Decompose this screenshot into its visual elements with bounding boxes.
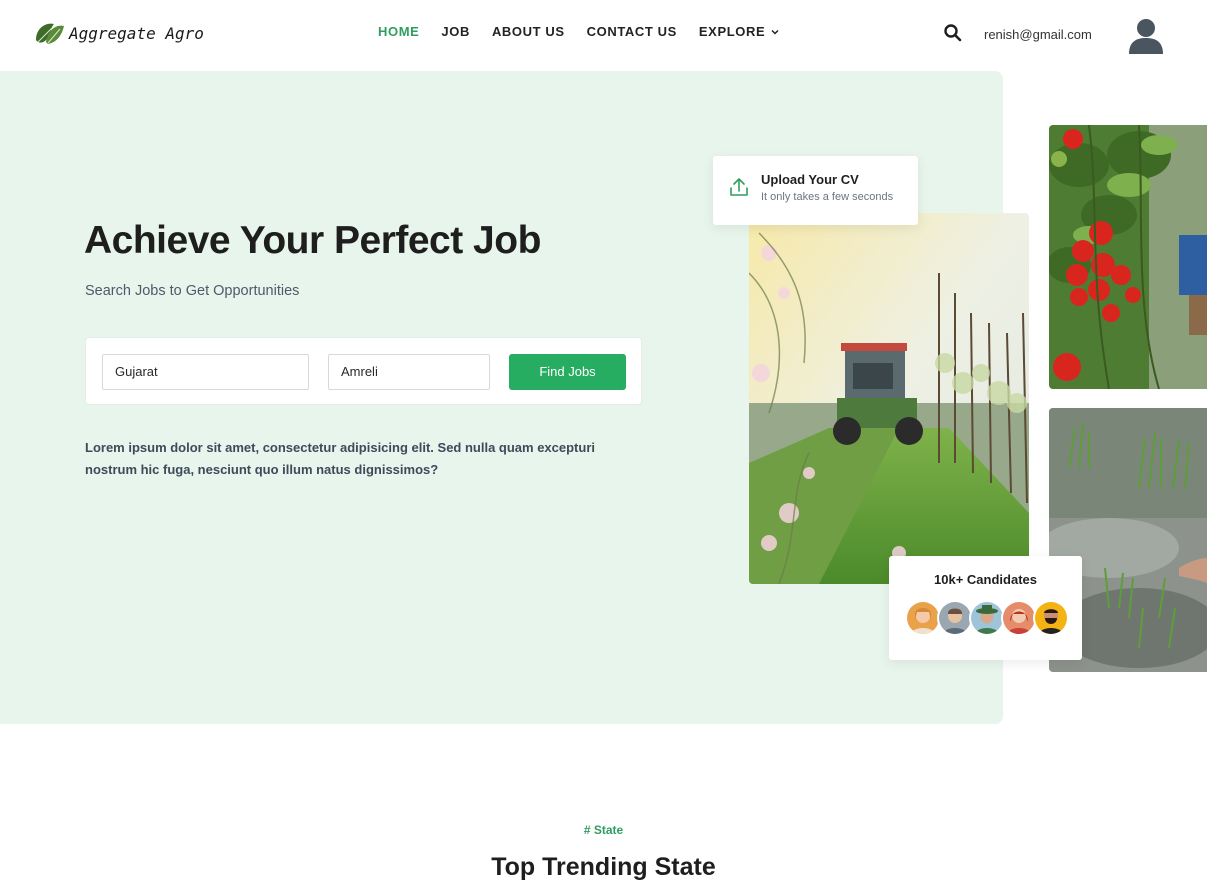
candidate-avatar bbox=[905, 600, 941, 636]
upload-cv-subtitle: It only takes a few seconds bbox=[761, 191, 894, 203]
hero-title: Achieve Your Perfect Job bbox=[84, 219, 541, 262]
upload-cv-card[interactable]: Upload Your CV It only takes a few secon… bbox=[713, 156, 918, 225]
leaf-icon bbox=[36, 23, 64, 44]
brand-logo[interactable]: Aggregate Agro bbox=[34, 20, 204, 46]
nav-home[interactable]: HOME bbox=[378, 24, 419, 39]
nav-job-label: JOB bbox=[441, 24, 470, 39]
nav-home-label: HOME bbox=[378, 24, 420, 39]
brand-name: Aggregate Agro bbox=[69, 23, 204, 43]
tractor-field-photo bbox=[749, 213, 1029, 584]
user-email[interactable]: renish@gmail.com bbox=[984, 27, 1092, 42]
nav-about-label: ABOUT US bbox=[491, 24, 565, 39]
hero-subtitle: Search Jobs to Get Opportunities bbox=[85, 283, 300, 299]
candidate-avatar bbox=[937, 600, 973, 636]
nav-contact-label: CONTACT US bbox=[586, 24, 677, 39]
nav-explore-dropdown[interactable]: EXPLORE bbox=[699, 24, 779, 39]
upload-cv-title: Upload Your CV bbox=[761, 172, 859, 187]
candidate-avatar bbox=[969, 600, 1005, 636]
upload-icon bbox=[730, 178, 748, 196]
main-menu: HOME JOB ABOUT US CONTACT US EXPLORE bbox=[378, 24, 801, 39]
section-tag: # State bbox=[583, 823, 624, 837]
chevron-down-icon bbox=[771, 29, 779, 35]
nav-explore-label: EXPLORE bbox=[698, 24, 766, 39]
candidates-card: 10k+ Candidates bbox=[889, 556, 1082, 660]
search-icon[interactable] bbox=[943, 23, 963, 43]
section-title: Top Trending State bbox=[0, 853, 1207, 882]
candidate-avatar bbox=[1033, 600, 1069, 636]
state-input[interactable]: Gujarat bbox=[102, 354, 309, 390]
candidate-avatar bbox=[1001, 600, 1037, 636]
candidate-avatars bbox=[905, 600, 1069, 636]
city-input[interactable]: Amreli bbox=[328, 354, 490, 390]
nav-contact-us[interactable]: CONTACT US bbox=[587, 24, 677, 39]
nav-job[interactable]: JOB bbox=[441, 24, 470, 39]
job-search-box: Gujarat Amreli Find Jobs bbox=[85, 337, 642, 405]
user-avatar-icon[interactable] bbox=[1126, 14, 1166, 54]
section-title-rest: State bbox=[647, 853, 716, 881]
nav-about-us[interactable]: ABOUT US bbox=[492, 24, 565, 39]
candidates-count: 10k+ Candidates bbox=[934, 572, 1037, 587]
top-navbar: Aggregate Agro HOME JOB ABOUT US CONTACT… bbox=[0, 0, 1207, 70]
section-title-bold: Top Trending bbox=[491, 853, 648, 881]
tomato-plants-photo bbox=[1049, 125, 1207, 389]
find-jobs-button[interactable]: Find Jobs bbox=[509, 354, 626, 390]
hero-description: Lorem ipsum dolor sit amet, consectetur … bbox=[85, 440, 596, 477]
